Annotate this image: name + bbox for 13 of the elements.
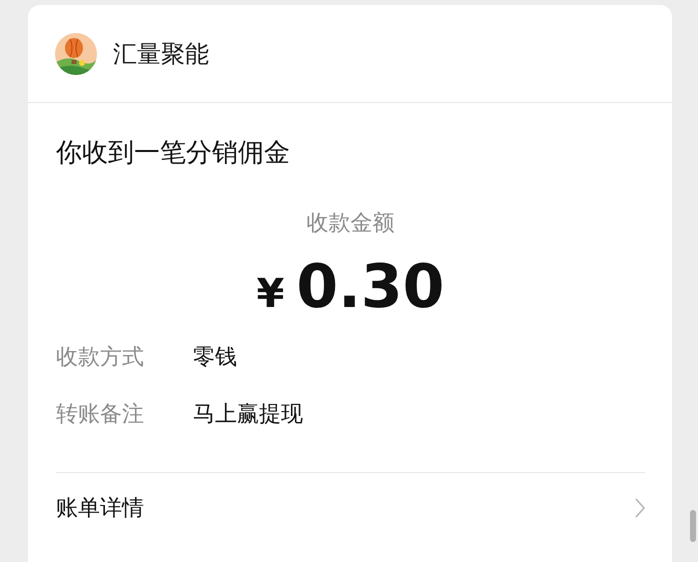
scrollbar[interactable]: [690, 510, 696, 542]
message-title: 你收到一笔分销佣金: [56, 137, 291, 170]
field-label: 转账备注: [56, 400, 145, 428]
bill-details-link[interactable]: 账单详情: [56, 472, 645, 543]
app-name: 汇量聚能: [113, 38, 209, 70]
currency-symbol: ¥: [256, 271, 284, 317]
amount-label: 收款金额: [306, 210, 396, 238]
amount-value: 0.30: [296, 252, 444, 322]
field-value: 马上赢提现: [193, 400, 303, 428]
balloon-logo-icon: [55, 32, 97, 74]
field-label: 收款方式: [56, 344, 145, 372]
chevron-icon: [635, 498, 645, 518]
field-value: 零钱: [193, 344, 237, 372]
